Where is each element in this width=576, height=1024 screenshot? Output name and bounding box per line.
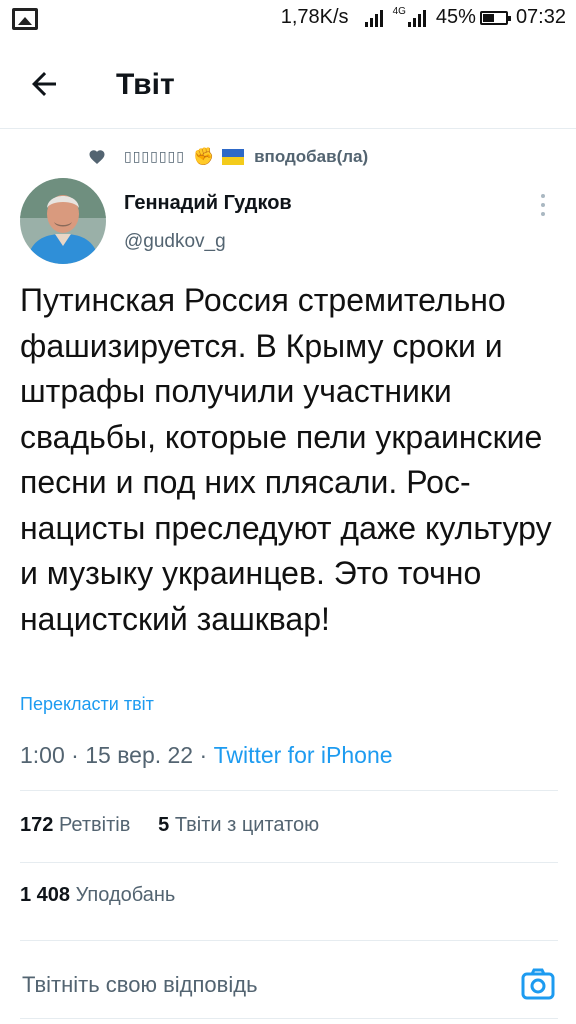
social-action: вподобав(ла): [254, 147, 369, 166]
status-bar-right: 1,78K/s 4G 45% 07:32: [281, 6, 566, 29]
tweet-source-link[interactable]: Twitter for iPhone: [214, 742, 393, 768]
fist-emoji: ✊: [192, 147, 215, 166]
meta-separator: ·: [71, 742, 79, 768]
network-speed: 1,78K/s: [280, 6, 349, 28]
quotes-label: Твіти з цитатою: [174, 814, 320, 836]
quotes-link[interactable]: 5 Твіти з цитатою: [158, 814, 319, 836]
retweets-link[interactable]: 172 Ретвітів: [20, 814, 130, 836]
reply-input[interactable]: [22, 972, 462, 998]
header-divider: [0, 128, 576, 129]
author-handle[interactable]: @gudkov_g: [124, 231, 226, 253]
tweet-time: 1:00: [20, 742, 65, 768]
top-app-bar: Твіт: [0, 50, 576, 120]
status-bar: 1,78K/s 4G 45% 07:32: [0, 0, 576, 40]
divider: [20, 862, 558, 863]
translate-tweet-link[interactable]: Перекласти твіт: [20, 694, 154, 715]
heart-icon: [89, 150, 105, 164]
likes-stats[interactable]: 1 408 Уподобань: [20, 884, 175, 907]
ukraine-flag-icon: [222, 149, 245, 165]
retweets-label: Ретвітів: [58, 814, 131, 836]
more-options-icon[interactable]: [536, 192, 550, 218]
reply-underline: [20, 1018, 558, 1019]
author-name[interactable]: Геннадий Гудков: [124, 192, 292, 215]
camera-icon[interactable]: [520, 966, 556, 1002]
signal-icon: [364, 9, 385, 27]
battery-percent: 45%: [435, 6, 476, 28]
divider: [20, 940, 558, 941]
avatar-image: [20, 178, 106, 264]
quotes-count: 5: [158, 814, 170, 836]
meta-separator: ·: [199, 742, 208, 768]
likes-label: Уподобань: [75, 884, 176, 906]
tweet-text: Путинская Россия стремительно фашизирует…: [20, 282, 552, 637]
arrow-left-icon[interactable]: [26, 66, 62, 102]
social-context[interactable]: ▯▯▯▯▯▯▯ ✊ вподобав(ла): [88, 144, 368, 170]
tweet-meta: 1:00 · 15 вер. 22 · Twitter for iPhone: [20, 742, 393, 769]
avatar[interactable]: [20, 178, 106, 264]
battery-icon: [479, 10, 511, 25]
liked-by-name[interactable]: ▯▯▯▯▯▯▯: [124, 149, 185, 165]
tweet-date: 15 вер. 22: [85, 742, 194, 768]
image-icon: [12, 8, 38, 30]
clock: 07:32: [515, 6, 566, 28]
page-title: Твіт: [116, 68, 175, 101]
retweets-count: 172: [20, 814, 54, 836]
signal-icon-2: [407, 9, 428, 27]
divider: [20, 790, 558, 791]
retweet-stats: 172 Ретвітів 5 Твіти з цитатою: [20, 814, 319, 837]
likes-count: 1 408: [20, 884, 71, 906]
network-type: 4G: [392, 6, 406, 17]
